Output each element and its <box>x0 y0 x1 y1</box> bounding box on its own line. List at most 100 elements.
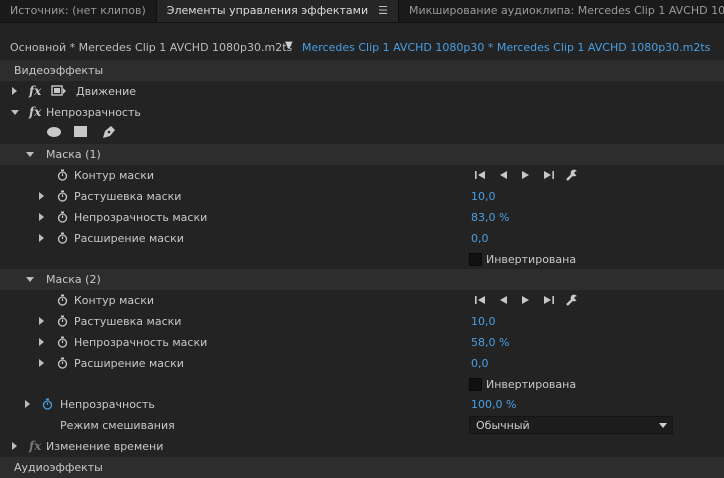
param-value[interactable]: 100,0 % <box>471 398 516 411</box>
param-label: Растушевка маски <box>74 315 182 328</box>
mask-tools-row <box>0 122 724 143</box>
track-backward-one-frame-icon[interactable] <box>473 168 487 182</box>
mask-2-expansion-row: Расширение маски 0,0 <box>0 353 724 374</box>
stopwatch-icon[interactable] <box>57 315 68 327</box>
param-label: Расширение маски <box>74 357 184 370</box>
motion-transform-icon[interactable] <box>51 85 67 97</box>
tab-label: Элементы управления эффектами <box>166 4 369 17</box>
sequence-clip-label[interactable]: Mercedes Clip 1 AVCHD 1080p30 * Mercedes… <box>302 41 710 54</box>
track-backward-icon[interactable] <box>496 293 510 307</box>
wrench-icon[interactable] <box>565 293 579 307</box>
fx-icon[interactable]: fx <box>29 105 41 119</box>
stopwatch-active-icon[interactable] <box>42 398 53 410</box>
mask-1-opacity-row: Непрозрачность маски 83,0 % <box>0 207 724 228</box>
effect-label: Непрозрачность <box>46 106 141 119</box>
expand-triangle-icon[interactable] <box>39 234 44 242</box>
tab-effect-controls[interactable]: Элементы управления эффектами ☰ <box>156 0 399 22</box>
rectangle-mask-icon[interactable] <box>73 124 90 139</box>
audio-effects-label: Аудиоэффекты <box>14 461 103 474</box>
param-value[interactable]: 10,0 <box>471 315 496 328</box>
wrench-icon[interactable] <box>565 168 579 182</box>
param-label: Контур маски <box>74 294 155 307</box>
inverted-checkbox[interactable] <box>469 253 482 266</box>
tab-audio-clip-mixer[interactable]: Микширование аудиоклипа: Mercedes Clip 1… <box>399 0 724 22</box>
expand-triangle-icon[interactable] <box>12 442 17 450</box>
track-forward-icon[interactable] <box>519 293 533 307</box>
stopwatch-icon[interactable] <box>57 336 68 348</box>
mask-2-opacity-row: Непрозрачность маски 58,0 % <box>0 332 724 353</box>
track-forward-icon[interactable] <box>519 168 533 182</box>
mask-tracking-controls <box>473 293 579 307</box>
mask-label: Маска (1) <box>46 148 101 161</box>
expand-triangle-icon[interactable] <box>39 338 44 346</box>
panel-tab-bar: Источник: (нет клипов) Элементы управлен… <box>0 0 724 23</box>
param-label: Непрозрачность <box>60 398 155 411</box>
param-label: Непрозрачность маски <box>74 336 208 349</box>
param-label: Расширение маски <box>74 232 184 245</box>
ellipse-mask-icon[interactable] <box>46 124 63 139</box>
opacity-param-row: Непрозрачность 100,0 % <box>0 394 724 415</box>
blend-mode-row: Режим смешивания Обычный <box>0 415 724 436</box>
collapse-triangle-icon[interactable] <box>11 110 19 115</box>
stopwatch-icon[interactable] <box>57 357 68 369</box>
collapse-triangle-icon[interactable] <box>26 152 34 157</box>
blend-mode-select[interactable]: Обычный <box>469 416 673 434</box>
mask-2-inverted-row: Инвертирована <box>0 374 724 395</box>
track-backward-icon[interactable] <box>496 168 510 182</box>
param-value[interactable]: 58,0 % <box>471 336 509 349</box>
expand-triangle-icon[interactable] <box>39 192 44 200</box>
mask-1-feather-row: Растушевка маски 10,0 <box>0 186 724 207</box>
tab-label: Источник: (нет клипов) <box>10 4 146 17</box>
pen-mask-icon[interactable] <box>100 124 117 139</box>
fx-icon[interactable]: fx <box>29 84 41 98</box>
track-forward-one-frame-icon[interactable] <box>542 168 556 182</box>
checkbox-label: Инвертирована <box>486 253 577 266</box>
master-clip-label[interactable]: Основной * Mercedes Clip 1 AVCHD 1080p30… <box>10 41 292 54</box>
mask-1-header[interactable]: Маска (1) <box>0 144 724 165</box>
track-forward-one-frame-icon[interactable] <box>542 293 556 307</box>
expand-triangle-icon[interactable] <box>39 317 44 325</box>
effect-row-opacity[interactable]: fx Непрозрачность <box>0 102 724 123</box>
collapse-triangle-icon[interactable] <box>26 277 34 282</box>
stopwatch-icon[interactable] <box>57 190 68 202</box>
checkbox-label: Инвертирована <box>486 378 577 391</box>
inverted-checkbox[interactable] <box>469 378 482 391</box>
audio-effects-section: Аудиоэффекты <box>0 457 724 478</box>
mask-tracking-controls <box>473 168 579 182</box>
param-value[interactable]: 0,0 <box>471 357 489 370</box>
effect-row-time-remap[interactable]: fx Изменение времени <box>0 436 724 457</box>
param-value[interactable]: 0,0 <box>471 232 489 245</box>
param-value[interactable]: 10,0 <box>471 190 496 203</box>
chevron-down-icon <box>659 423 667 428</box>
expand-triangle-icon[interactable] <box>12 87 17 95</box>
clip-dropdown-icon[interactable]: ▼ <box>285 40 293 51</box>
mask-label: Маска (2) <box>46 273 101 286</box>
tab-source[interactable]: Источник: (нет клипов) <box>0 0 157 22</box>
param-label: Контур маски <box>74 169 155 182</box>
param-value[interactable]: 83,0 % <box>471 211 509 224</box>
effect-label: Изменение времени <box>46 440 164 453</box>
mask-2-path-row: Контур маски <box>0 290 724 311</box>
blend-mode-value: Обычный <box>476 419 530 432</box>
video-effects-section: Видеоэффекты <box>0 60 724 81</box>
param-label: Режим смешивания <box>60 419 175 432</box>
mask-1-expansion-row: Расширение маски 0,0 <box>0 228 724 249</box>
expand-triangle-icon[interactable] <box>39 213 44 221</box>
expand-triangle-icon[interactable] <box>25 400 30 408</box>
tab-label: Микширование аудиоклипа: Mercedes Clip 1… <box>409 4 724 17</box>
clip-header: Основной * Mercedes Clip 1 AVCHD 1080p30… <box>0 38 724 59</box>
effect-row-motion[interactable]: fx Движение <box>0 81 724 102</box>
mask-2-feather-row: Растушевка маски 10,0 <box>0 311 724 332</box>
stopwatch-icon[interactable] <box>57 211 68 223</box>
panel-menu-icon[interactable]: ☰ <box>378 0 388 22</box>
stopwatch-icon[interactable] <box>57 294 68 306</box>
mask-1-path-row: Контур маски <box>0 165 724 186</box>
stopwatch-icon[interactable] <box>57 169 68 181</box>
expand-triangle-icon[interactable] <box>39 359 44 367</box>
fx-icon[interactable]: fx <box>29 439 41 453</box>
effect-label: Движение <box>76 85 137 98</box>
mask-1-inverted-row: Инвертирована <box>0 249 724 270</box>
mask-2-header[interactable]: Маска (2) <box>0 269 724 290</box>
track-backward-one-frame-icon[interactable] <box>473 293 487 307</box>
stopwatch-icon[interactable] <box>57 232 68 244</box>
